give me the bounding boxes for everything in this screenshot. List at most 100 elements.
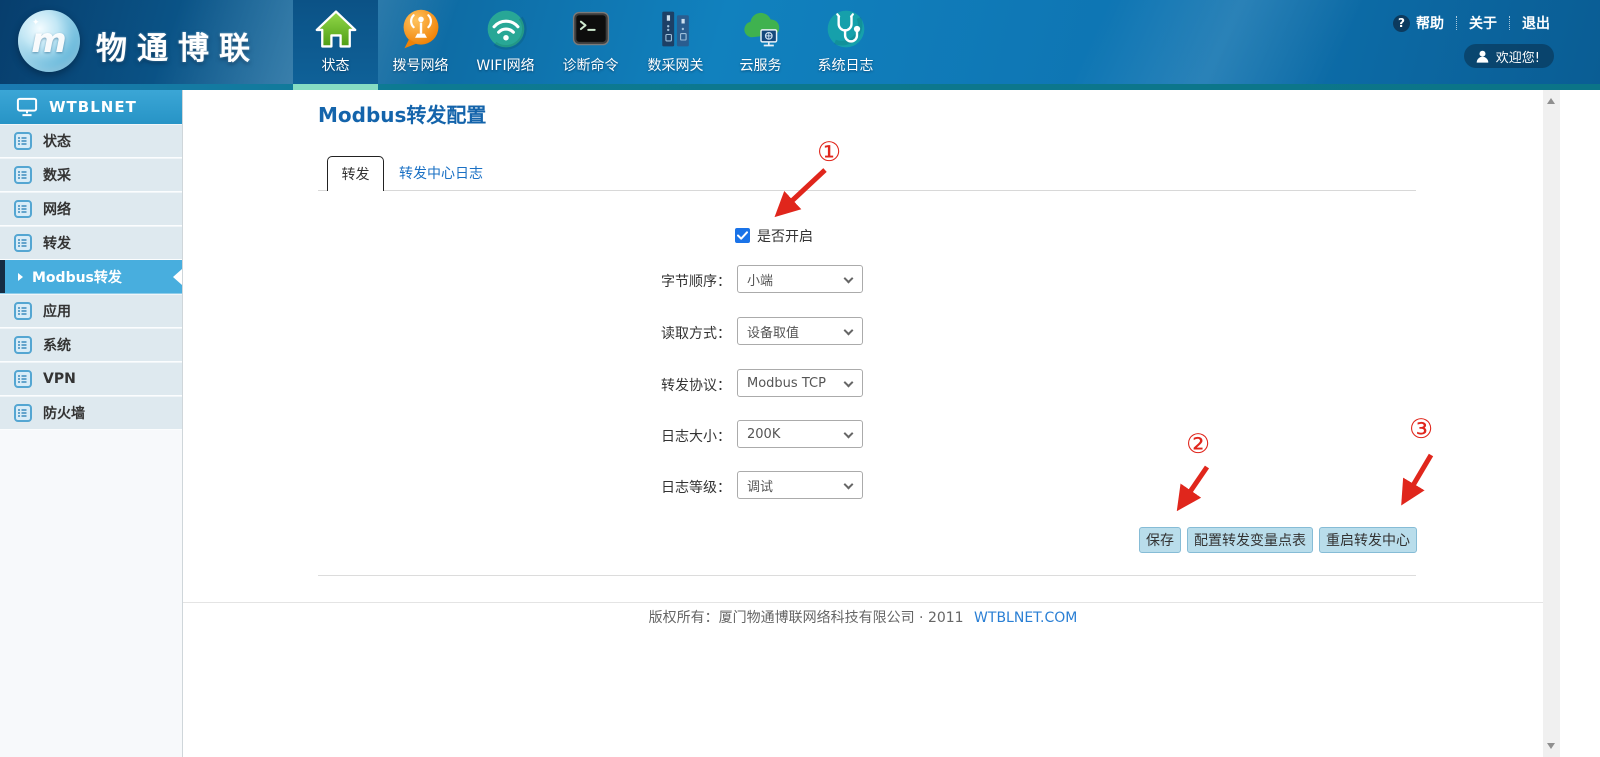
- nav-item-cloud-service[interactable]: 云服务: [718, 0, 803, 84]
- sidebar-item-forward[interactable]: 转发: [0, 226, 182, 260]
- brand-logo-icon: ✦ m: [18, 10, 80, 72]
- log-size-label: 日志大小：: [571, 426, 731, 446]
- nav-item-wifi-network[interactable]: WIFI网络: [463, 0, 548, 84]
- config-forward-points-button[interactable]: 配置转发变量点表: [1187, 527, 1313, 553]
- list-icon: [14, 404, 32, 422]
- sidebar-item-label: 数采: [43, 165, 71, 185]
- chevron-down-icon: [844, 378, 854, 388]
- nav-item-label: 系统日志: [818, 55, 874, 75]
- restart-forward-center-button[interactable]: 重启转发中心: [1319, 527, 1417, 553]
- monitor-icon: [16, 97, 38, 117]
- panel-divider: [318, 575, 1416, 576]
- logout-link[interactable]: 退出: [1522, 13, 1550, 33]
- byte-order-label: 字节顺序：: [571, 271, 731, 291]
- protocol-select[interactable]: Modbus TCP: [737, 369, 863, 397]
- chevron-down-icon: [844, 326, 854, 336]
- select-value: 设备取值: [747, 322, 799, 341]
- list-icon: [14, 200, 32, 218]
- byte-order-select[interactable]: 小端: [737, 265, 863, 293]
- active-nav-indicator: [293, 84, 378, 90]
- sidebar-item-label: 转发: [43, 233, 71, 253]
- nav-item-label: WIFI网络: [476, 55, 534, 75]
- sidebar-item-label: 状态: [43, 131, 71, 151]
- nav-item-status[interactable]: 状态: [293, 0, 378, 84]
- nav-item-label: 拨号网络: [393, 55, 449, 75]
- sidebar-item-label: 系统: [43, 335, 71, 355]
- enable-checkbox[interactable]: [735, 228, 750, 243]
- footer-link[interactable]: WTBLNET.COM: [974, 610, 1077, 626]
- help-link[interactable]: 帮助: [1416, 13, 1444, 33]
- enable-checkbox-label: 是否开启: [757, 226, 813, 246]
- sidebar-item-data-collect[interactable]: 数采: [0, 158, 182, 192]
- sidebar-header: WTBLNET: [0, 90, 182, 124]
- tab-label: 转发中心日志: [399, 166, 483, 182]
- welcome-label: 欢迎您!: [1496, 47, 1540, 66]
- brand-name: 物通博联: [96, 23, 260, 68]
- select-value: 小端: [747, 270, 773, 289]
- annotation-1: ①: [817, 139, 841, 167]
- scroll-down-button[interactable]: [1547, 743, 1555, 749]
- nav-item-data-gateway[interactable]: 数采网关: [633, 0, 718, 84]
- footer: 版权所有：厦门物通博联网络科技有限公司 · 2011 WTBLNET.COM: [183, 607, 1543, 627]
- protocol-label: 转发协议：: [571, 375, 731, 395]
- list-icon: [14, 302, 32, 320]
- sidebar-item-label: 防火墙: [43, 403, 85, 423]
- header-bottom-strip: [0, 84, 1600, 90]
- log-level-label: 日志等级：: [571, 477, 731, 497]
- about-link[interactable]: 关于: [1469, 13, 1497, 33]
- nav-item-label: 云服务: [740, 55, 782, 75]
- select-value: 200K: [747, 427, 780, 442]
- nav-item-label: 状态: [322, 55, 350, 75]
- footer-divider: [183, 602, 1543, 603]
- sidebar-item-system[interactable]: 系统: [0, 328, 182, 362]
- nav-item-system-log[interactable]: 系统日志: [803, 0, 888, 84]
- sidebar-item-firewall[interactable]: 防火墙: [0, 396, 182, 430]
- list-icon: [14, 336, 32, 354]
- annotation-3: ③: [1409, 416, 1433, 444]
- log-size-select[interactable]: 200K: [737, 420, 863, 448]
- sidebar-item-network[interactable]: 网络: [0, 192, 182, 226]
- sidebar-item-vpn[interactable]: VPN: [0, 362, 182, 396]
- gateway-icon: [654, 4, 698, 54]
- select-value: 调试: [747, 476, 773, 495]
- nav-item-diagnostic-command[interactable]: 诊断命令: [548, 0, 633, 84]
- list-icon: [14, 370, 32, 388]
- logo-sparkle: ✦: [32, 18, 40, 28]
- welcome-button[interactable]: 欢迎您!: [1464, 44, 1554, 68]
- caret-right-icon: [18, 273, 23, 281]
- log-level-select[interactable]: 调试: [737, 471, 863, 499]
- stethoscope-icon: [824, 4, 868, 54]
- nav-item-label: 诊断命令: [563, 55, 619, 75]
- chevron-down-icon: [844, 429, 854, 439]
- link-divider: [1509, 16, 1510, 30]
- sidebar-item-label: VPN: [43, 371, 76, 387]
- top-nav: 状态 拨号网络: [293, 0, 888, 84]
- chevron-down-icon: [844, 274, 854, 284]
- sidebar-header-label: WTBLNET: [49, 98, 137, 116]
- tab-forward[interactable]: 转发: [327, 156, 384, 191]
- nav-item-dialup-network[interactable]: 拨号网络: [378, 0, 463, 84]
- scrollbar[interactable]: [1543, 90, 1560, 757]
- app-screen: ✦ m 物通博联 状态: [0, 0, 1600, 757]
- help-icon: ?: [1393, 15, 1410, 32]
- annotation-2: ②: [1186, 431, 1210, 459]
- sidebar-item-modbus-forward[interactable]: Modbus转发: [0, 260, 182, 294]
- sidebar-item-label: Modbus转发: [32, 267, 122, 287]
- save-button[interactable]: 保存: [1139, 527, 1181, 553]
- sidebar-item-application[interactable]: 应用: [0, 294, 182, 328]
- sidebar-item-label: 应用: [43, 301, 71, 321]
- scroll-up-button[interactable]: [1547, 98, 1555, 104]
- dialup-icon: [399, 4, 443, 54]
- home-icon: [314, 4, 358, 54]
- read-mode-label: 读取方式：: [571, 323, 731, 343]
- list-icon: [14, 132, 32, 150]
- copyright-text: 版权所有：厦门物通博联网络科技有限公司 · 2011: [649, 610, 964, 626]
- header-links: ? 帮助 关于 退出: [1393, 13, 1550, 33]
- check-icon: [737, 231, 748, 240]
- tab-center-log[interactable]: 转发中心日志: [399, 163, 483, 183]
- sidebar-item-status[interactable]: 状态: [0, 124, 182, 158]
- terminal-icon: [569, 4, 613, 54]
- user-icon: [1475, 49, 1490, 64]
- read-mode-select[interactable]: 设备取值: [737, 317, 863, 345]
- nav-item-label: 数采网关: [648, 55, 704, 75]
